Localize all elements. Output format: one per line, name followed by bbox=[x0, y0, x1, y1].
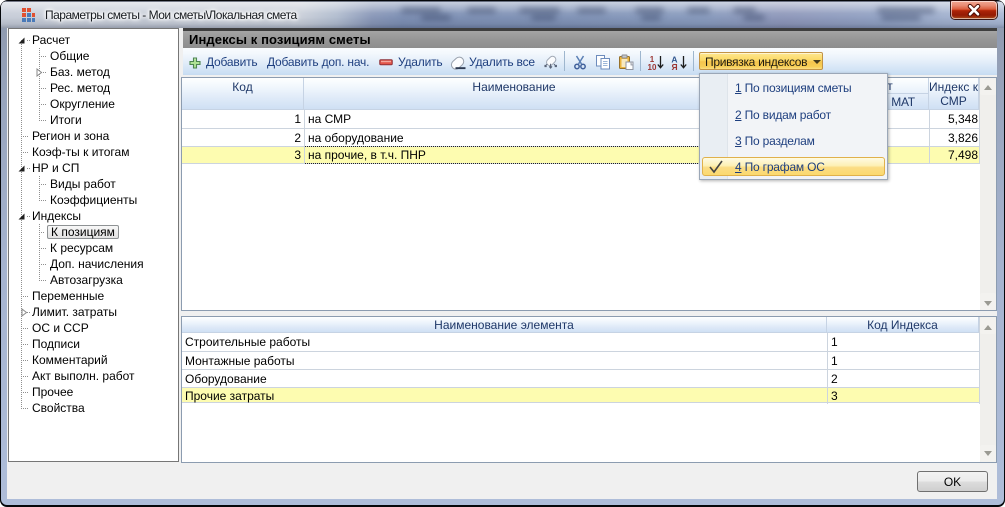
svg-text:Я: Я bbox=[671, 62, 677, 71]
svg-text:10: 10 bbox=[648, 63, 657, 71]
